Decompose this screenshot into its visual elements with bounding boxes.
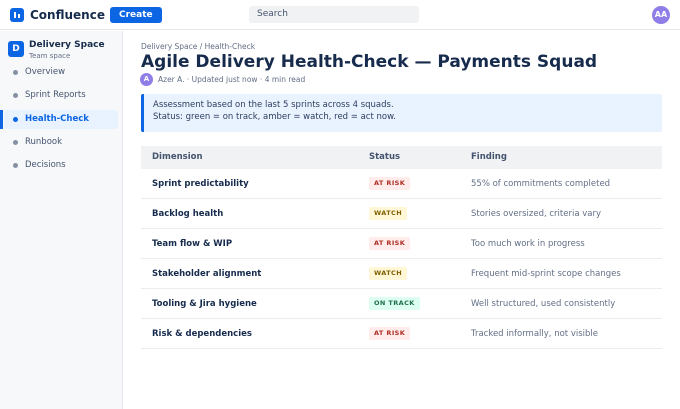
health-check-table: Dimension Status Finding Sprint predicta… [141,146,662,349]
column-header-finding: Finding [471,152,507,162]
panel-text-line: Assessment based on the last 5 sprints a… [153,100,394,110]
table-row: Stakeholder alignment WATCH Frequent mid… [141,259,662,289]
user-avatar[interactable]: AA [652,6,670,24]
dimension-cell: Backlog health [152,209,224,219]
space-icon[interactable]: D [8,41,24,57]
page-meta: Azer A. · Updated just now · 4 min read [158,75,306,84]
table-row: Team flow & WIP AT RISK Too much work in… [141,229,662,259]
dimension-cell: Risk & dependencies [152,329,252,339]
bullet-icon [13,93,18,98]
status-badge: ON TRACK [369,297,420,310]
table-row: Risk & dependencies AT RISK Tracked info… [141,319,662,349]
finding-cell: Frequent mid-sprint scope changes [471,269,621,279]
finding-cell: Too much work in progress [471,239,585,249]
finding-cell: 55% of commitments completed [471,179,611,189]
sidebar-item-label: Health-Check [25,114,89,124]
column-header-status: Status [369,152,401,162]
finding-cell: Well structured, used consistently [471,299,616,309]
space-name[interactable]: Delivery Space [29,40,105,50]
status-badge: AT RISK [369,177,411,190]
author-avatar[interactable]: A [140,73,153,86]
page-title: Agile Delivery Health-Check — Payments S… [141,52,598,72]
sidebar-item-decisions[interactable]: Decisions [4,156,118,175]
search-input[interactable]: Search [249,6,419,23]
dimension-cell: Stakeholder alignment [152,269,262,279]
dimension-cell: Tooling & Jira hygiene [152,299,257,309]
space-type: Team space [29,52,71,60]
dimension-cell: Team flow & WIP [152,239,233,249]
sidebar-item-sprint-reports[interactable]: Sprint Reports [4,86,118,105]
dimension-cell: Sprint predictability [152,179,249,189]
sidebar-item-overview[interactable]: Overview [4,63,118,82]
status-badge: WATCH [369,207,408,220]
top-navigation-bar: Confluence Create Search AA [0,0,680,30]
confluence-logo-icon[interactable] [10,8,24,22]
column-header-dimension: Dimension [152,152,203,162]
app-brand[interactable]: Confluence [30,8,105,23]
sidebar-item-health-check[interactable]: Health-Check [0,110,118,129]
info-panel: Assessment based on the last 5 sprints a… [141,94,662,132]
create-button[interactable]: Create [110,7,162,23]
panel-text-line: Status: green = on track, amber = watch,… [153,112,396,122]
breadcrumb[interactable]: Delivery Space / Health-Check [141,42,255,51]
sidebar-item-label: Decisions [25,160,66,170]
sidebar-item-runbook[interactable]: Runbook [4,133,118,152]
status-badge: AT RISK [369,327,411,340]
sidebar: D Delivery Space Team space Overview Spr… [0,31,123,409]
sidebar-item-label: Runbook [25,137,63,147]
status-badge: AT RISK [369,237,411,250]
table-row: Sprint predictability AT RISK 55% of com… [141,169,662,199]
bullet-icon [13,163,18,168]
finding-cell: Tracked informally, not visible [471,329,598,339]
bullet-icon [13,140,18,145]
table-row: Tooling & Jira hygiene ON TRACK Well str… [141,289,662,319]
sidebar-item-label: Sprint Reports [25,90,86,100]
sidebar-item-label: Overview [25,67,66,77]
table-header: Dimension Status Finding [141,146,662,169]
status-badge: WATCH [369,267,408,280]
bullet-icon [13,117,18,122]
table-row: Backlog health WATCH Stories oversized, … [141,199,662,229]
bullet-icon [13,70,18,75]
finding-cell: Stories oversized, criteria vary [471,209,602,219]
